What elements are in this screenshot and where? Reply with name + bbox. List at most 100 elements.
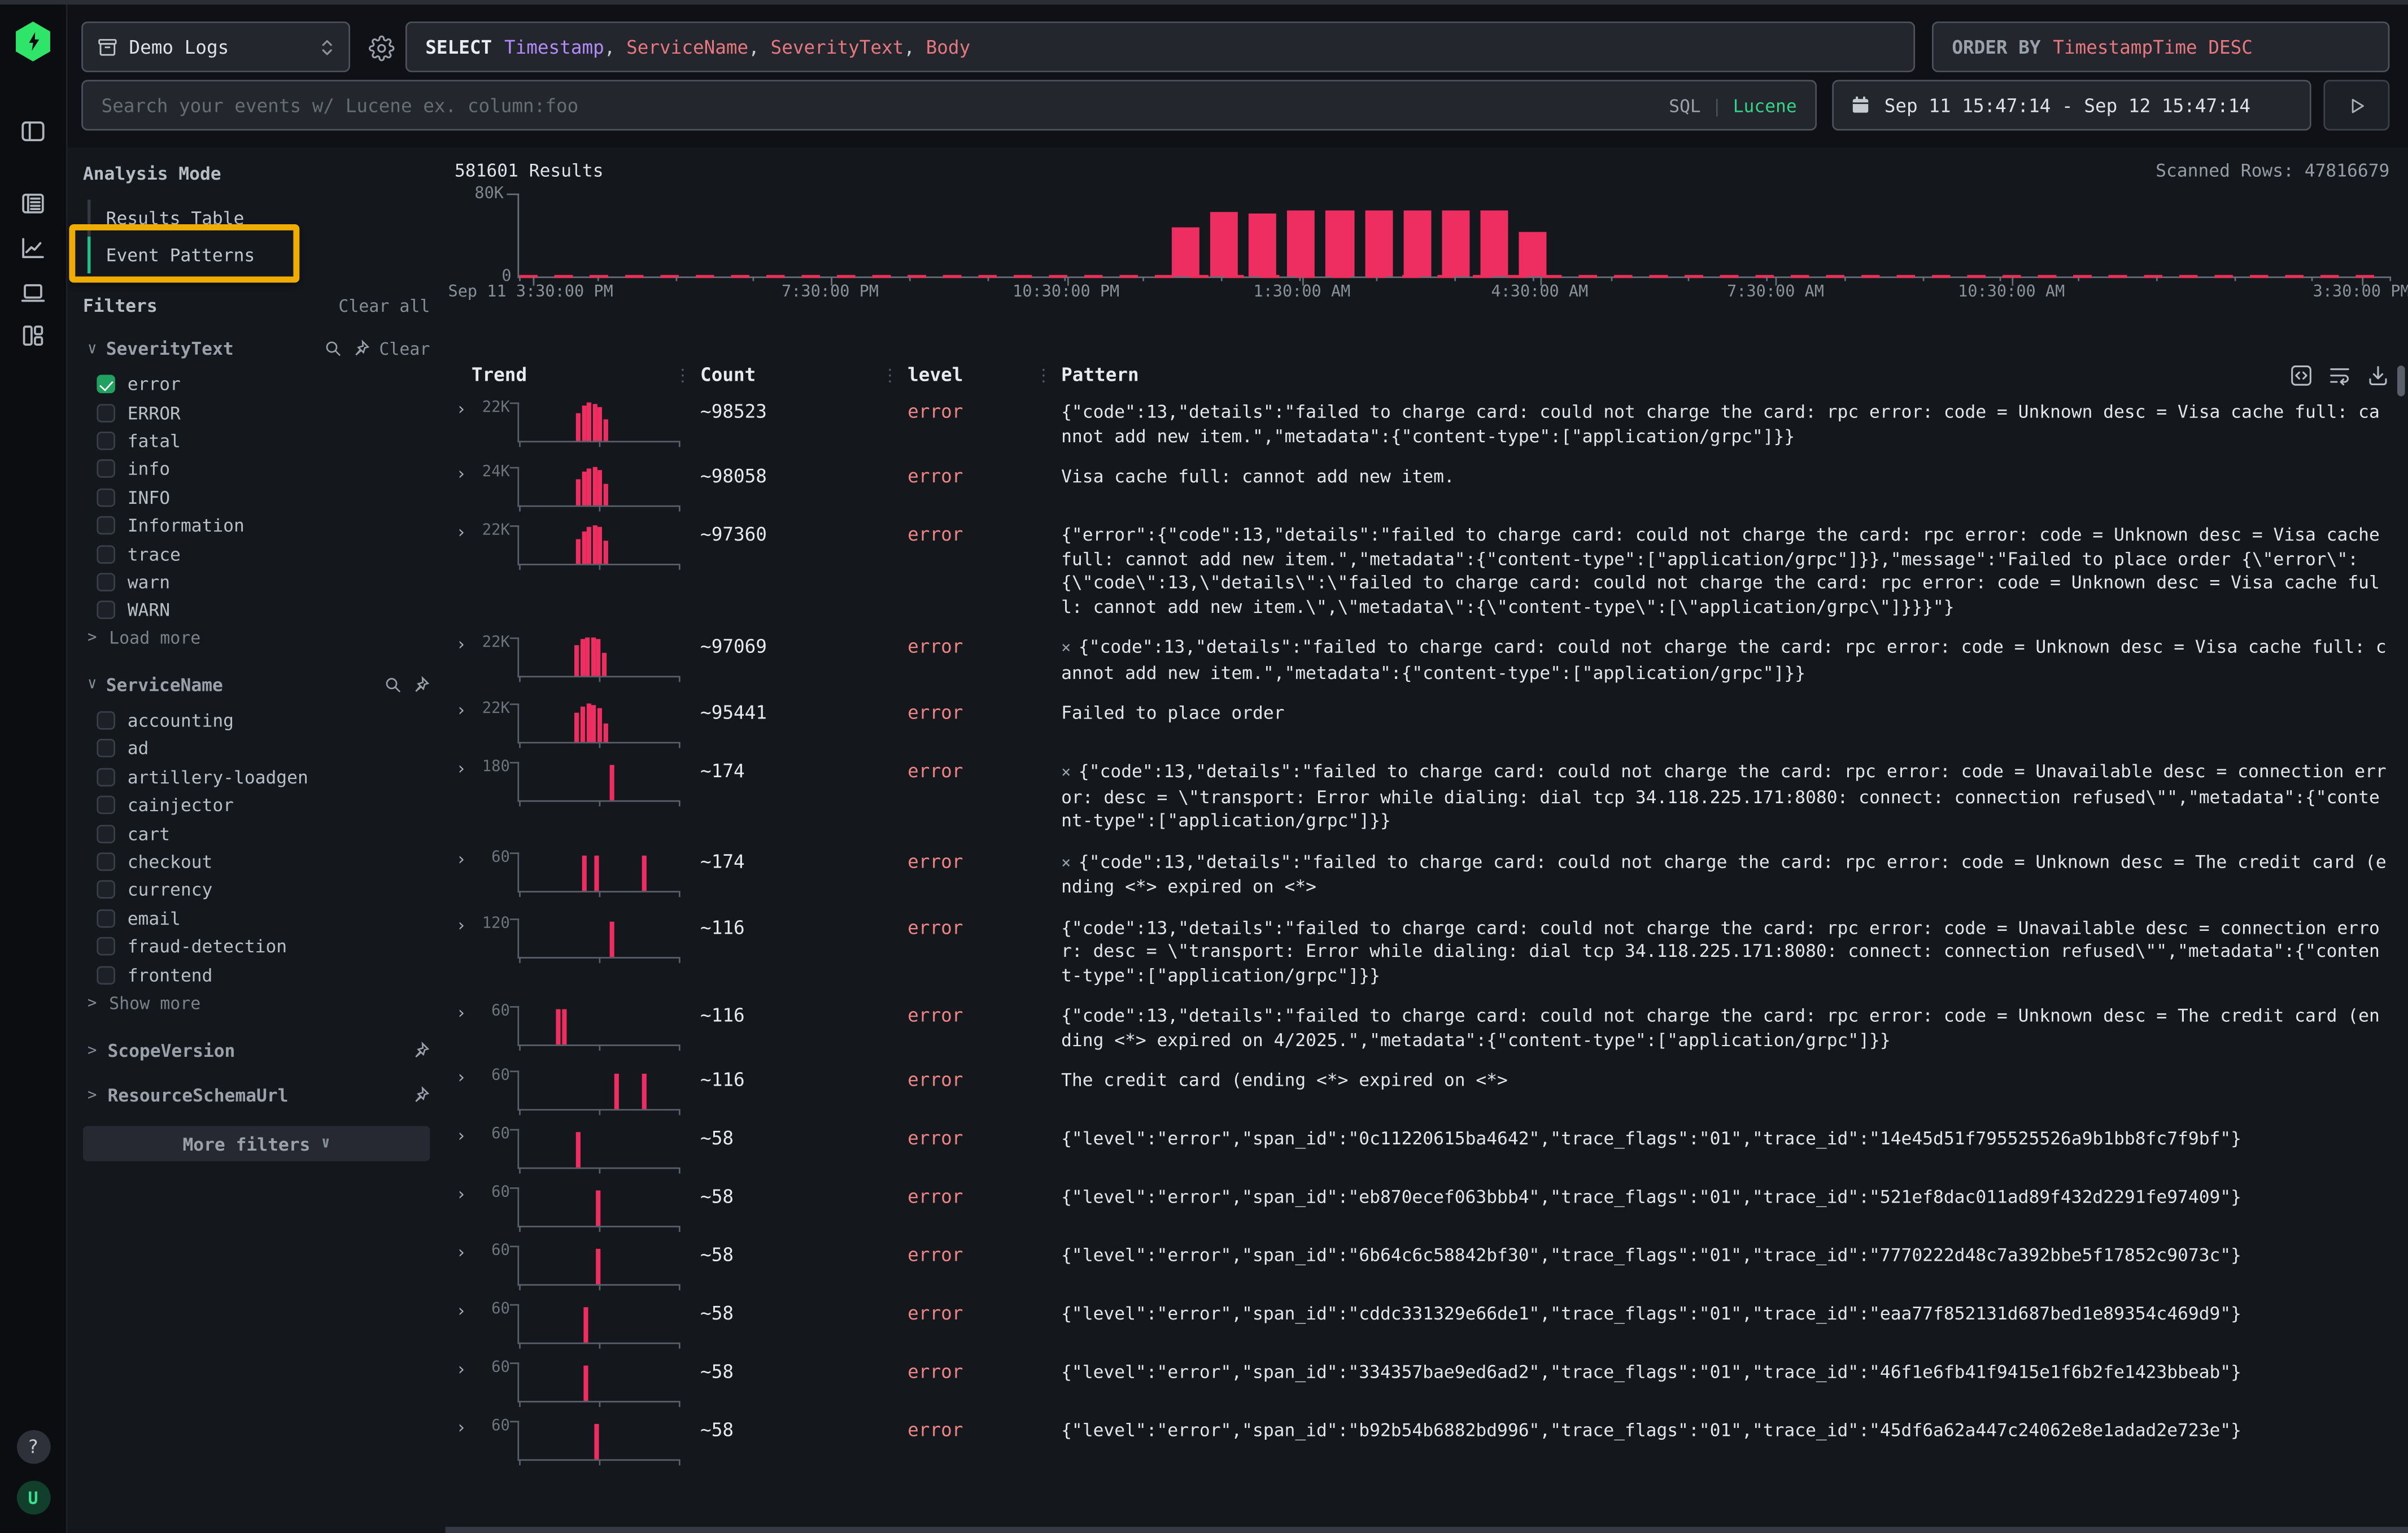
checkbox-unchecked[interactable] — [97, 488, 115, 507]
checkbox-unchecked[interactable] — [97, 460, 115, 478]
service-filter-item[interactable]: cart — [68, 820, 446, 848]
service-filter-item[interactable]: cainjector — [68, 791, 446, 820]
download-icon[interactable] — [2367, 363, 2390, 386]
source-settings-gear-icon[interactable] — [365, 32, 396, 63]
severity-filter-item[interactable]: INFO — [68, 483, 446, 511]
help-button[interactable]: ? — [16, 1430, 50, 1464]
search-input[interactable]: Search your events w/ Lucene ex. column:… — [81, 80, 1817, 130]
row-expand-chevron[interactable]: › — [446, 399, 470, 421]
service-filter-item[interactable]: fraud-detection — [68, 933, 446, 961]
severity-filter-item[interactable]: Information — [68, 511, 446, 539]
more-filters-button[interactable]: More filters∨ — [83, 1126, 430, 1162]
service-filter-item[interactable]: accounting — [68, 707, 446, 735]
pattern-row[interactable]: ›60~58error{"level":"error","span_id":"3… — [446, 1352, 2408, 1410]
row-expand-chevron[interactable]: › — [446, 1126, 470, 1147]
row-expand-chevron[interactable]: › — [446, 914, 470, 936]
group-clear-link[interactable]: Clear — [379, 339, 430, 359]
severity-filter-item[interactable]: trace — [68, 539, 446, 568]
row-expand-chevron[interactable]: › — [446, 1003, 470, 1025]
pattern-row[interactable]: ›120~116error{"code":13,"details":"faile… — [446, 907, 2408, 995]
vertical-scrollbar-thumb[interactable] — [2397, 365, 2405, 396]
row-expand-chevron[interactable]: › — [446, 522, 470, 544]
column-header-count[interactable]: Count — [700, 364, 756, 385]
column-header-trend[interactable]: Trend — [472, 364, 527, 385]
row-expand-chevron[interactable]: › — [446, 1243, 470, 1264]
checkbox-unchecked[interactable] — [97, 852, 115, 871]
checkbox-unchecked[interactable] — [97, 796, 115, 815]
column-drag-handle[interactable]: ⋮ — [674, 365, 700, 385]
row-expand-chevron[interactable]: › — [446, 1301, 470, 1322]
checkbox-unchecked[interactable] — [97, 768, 115, 786]
pattern-row[interactable]: ›180~174error×{"code":13,"details":"fail… — [446, 751, 2408, 841]
sql-select-input[interactable]: SELECT Timestamp, ServiceName, SeverityT… — [405, 21, 1915, 72]
severity-filter-item[interactable]: WARN — [68, 596, 446, 624]
row-expand-chevron[interactable]: › — [446, 1184, 470, 1206]
wrap-text-icon[interactable] — [2328, 363, 2352, 386]
checkbox-unchecked[interactable] — [97, 403, 115, 422]
horizontal-scrollbar[interactable] — [446, 1527, 2408, 1533]
service-filter-item[interactable]: artillery-loadgen — [68, 763, 446, 791]
group-header-resourceschemaurl[interactable]: > ResourceSchemaUrl — [68, 1062, 446, 1107]
hyperdx-logo-icon[interactable] — [13, 21, 53, 62]
checkbox-unchecked[interactable] — [97, 545, 115, 563]
checkbox-unchecked[interactable] — [97, 881, 115, 899]
group-header-severitytext[interactable]: ∨ SeverityText Clear — [68, 316, 446, 359]
pin-icon[interactable] — [412, 676, 430, 694]
pattern-row[interactable]: ›60~174error×{"code":13,"details":"faile… — [446, 841, 2408, 907]
checkbox-unchecked[interactable] — [97, 965, 115, 984]
lang-toggle-sql[interactable]: SQL — [1669, 94, 1701, 116]
service-filter-item[interactable]: ad — [68, 735, 446, 763]
severity-filter-item[interactable]: error — [68, 370, 446, 398]
column-drag-handle[interactable]: ⋮ — [1035, 365, 1061, 385]
search-logs-icon[interactable] — [13, 184, 53, 221]
row-expand-chevron[interactable]: › — [446, 1360, 470, 1381]
pin-icon[interactable] — [412, 1086, 430, 1105]
clear-all-link[interactable]: Clear all — [338, 295, 430, 315]
column-header-level[interactable]: level — [908, 364, 963, 385]
pattern-row[interactable]: ›22K~97360error{"error":{"code":13,"deta… — [446, 515, 2408, 627]
checkbox-unchecked[interactable] — [97, 824, 115, 843]
severity-filter-item[interactable]: info — [68, 455, 446, 483]
lang-toggle-lucene[interactable]: Lucene — [1733, 94, 1797, 116]
date-range-picker[interactable]: Sep 11 15:47:14 - Sep 12 15:47:14 — [1832, 80, 2311, 130]
service-filter-item[interactable]: checkout — [68, 848, 446, 876]
pattern-row[interactable]: ›60~58error{"level":"error","span_id":"b… — [446, 1410, 2408, 1468]
pin-icon[interactable] — [412, 1042, 430, 1060]
search-icon[interactable] — [384, 676, 403, 694]
checkbox-unchecked[interactable] — [97, 516, 115, 535]
run-query-button[interactable] — [2323, 80, 2389, 130]
pattern-row[interactable]: ›22K~98523error{"code":13,"details":"fai… — [446, 391, 2408, 456]
row-expand-chevron[interactable]: › — [446, 848, 470, 870]
row-expand-chevron[interactable]: › — [446, 634, 470, 656]
sidebar-toggle-icon[interactable] — [13, 112, 53, 149]
data-source-select[interactable]: Demo Logs — [81, 21, 350, 72]
checkbox-checked[interactable] — [97, 375, 115, 394]
row-expand-chevron[interactable]: › — [446, 700, 470, 722]
pattern-row[interactable]: ›22K~95441errorFailed to place order — [446, 693, 2408, 751]
pattern-row[interactable]: ›22K~97069error×{"code":13,"details":"fa… — [446, 627, 2408, 693]
checkbox-unchecked[interactable] — [97, 601, 115, 620]
dashboards-icon[interactable] — [13, 316, 53, 353]
service-show-more[interactable]: >Show more — [68, 989, 446, 1017]
checkbox-unchecked[interactable] — [97, 937, 115, 956]
service-filter-item[interactable]: email — [68, 904, 446, 933]
checkbox-unchecked[interactable] — [97, 739, 115, 758]
pattern-row[interactable]: ›60~58error{"level":"error","span_id":"c… — [446, 1294, 2408, 1352]
column-drag-handle[interactable]: ⋮ — [882, 365, 908, 385]
column-header-pattern[interactable]: Pattern — [1061, 364, 1139, 385]
row-expand-chevron[interactable]: › — [446, 759, 470, 780]
severity-filter-item[interactable]: warn — [68, 568, 446, 596]
row-expand-chevron[interactable]: › — [446, 1418, 470, 1439]
pattern-row[interactable]: ›60~58error{"level":"error","span_id":"e… — [446, 1177, 2408, 1235]
code-icon[interactable] — [2290, 363, 2313, 386]
service-filter-item[interactable]: currency — [68, 876, 446, 904]
chart-icon[interactable] — [13, 229, 53, 265]
group-header-servicename[interactable]: ∨ ServiceName — [68, 652, 446, 695]
user-avatar[interactable]: U — [16, 1481, 50, 1515]
severity-load-more[interactable]: >Load more — [68, 624, 446, 652]
severity-filter-item[interactable]: ERROR — [68, 398, 446, 426]
checkbox-unchecked[interactable] — [97, 432, 115, 450]
pattern-row[interactable]: ›60~116errorThe credit card (ending <*> … — [446, 1060, 2408, 1118]
service-filter-item[interactable]: frontend — [68, 961, 446, 989]
checkbox-unchecked[interactable] — [97, 909, 115, 927]
